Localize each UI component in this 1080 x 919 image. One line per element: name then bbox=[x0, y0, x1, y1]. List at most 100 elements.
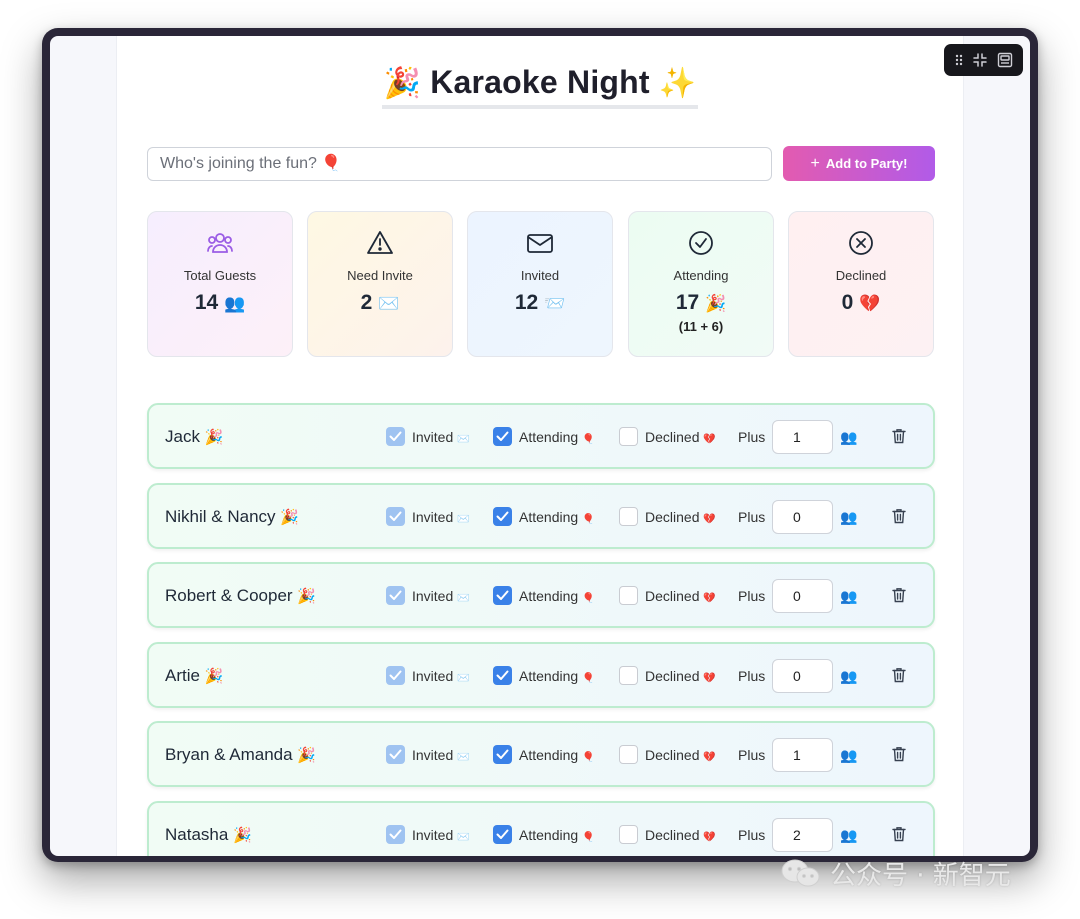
invited-checkbox[interactable] bbox=[386, 665, 405, 685]
party-popper-emoji: 🎉 bbox=[705, 294, 727, 313]
invited-checkbox[interactable] bbox=[386, 427, 405, 446]
stat-value: 12 📨 bbox=[468, 291, 612, 315]
people-emoji: 👥 bbox=[840, 747, 858, 764]
invited-label: Invited ✉️ bbox=[412, 509, 470, 525]
minimize-icon[interactable] bbox=[972, 52, 988, 68]
invited-text: Invited bbox=[412, 747, 454, 764]
plus-count-input[interactable] bbox=[772, 499, 833, 534]
plus-label: Plus bbox=[738, 667, 766, 684]
invited-checkbox[interactable] bbox=[386, 824, 405, 844]
declined-text: Declined bbox=[645, 429, 700, 445]
delete-guest-button[interactable] bbox=[892, 508, 906, 529]
guest-name: Jack 🎉 bbox=[165, 427, 223, 447]
delete-guest-button[interactable] bbox=[892, 428, 906, 449]
invited-checkbox[interactable] bbox=[386, 745, 405, 765]
declined-label: Declined 💔 bbox=[645, 668, 716, 684]
party-popper-emoji: 🎉 bbox=[204, 667, 224, 685]
guest-name: Robert & Cooper 🎉 bbox=[165, 586, 316, 606]
guest-name-input[interactable] bbox=[147, 147, 772, 181]
attending-checkbox[interactable] bbox=[493, 427, 512, 446]
stat-card-attending: Attending 17 🎉 (11 + 6) bbox=[628, 211, 774, 357]
plus-label: Plus bbox=[738, 429, 766, 445]
add-to-party-label: Add to Party! bbox=[825, 156, 908, 171]
mail-icon bbox=[527, 234, 553, 253]
declined-checkbox[interactable] bbox=[619, 427, 638, 446]
declined-checkbox[interactable] bbox=[619, 586, 638, 606]
declined-checkbox[interactable] bbox=[619, 506, 638, 526]
envelope-emoji: ✉️ bbox=[378, 294, 400, 313]
stat-number: 2 bbox=[360, 291, 373, 314]
guest-row: Robert & Cooper 🎉 Invited ✉️ Attending 🎈 De… bbox=[147, 562, 935, 629]
screenshot-icon[interactable] bbox=[997, 52, 1013, 68]
delete-guest-button[interactable] bbox=[892, 587, 906, 608]
people-emoji: 👥 bbox=[840, 826, 858, 843]
stat-value: 0 💔 bbox=[789, 291, 933, 315]
stats-row: Total Guests 14 👥 Need Invite 2 ✉️ Invit… bbox=[147, 211, 935, 357]
trash-icon bbox=[892, 588, 906, 607]
attending-checkbox[interactable] bbox=[493, 506, 512, 526]
trash-icon bbox=[892, 667, 906, 687]
attending-label: Attending 🎈 bbox=[519, 747, 595, 763]
declined-label: Declined 💔 bbox=[645, 747, 716, 763]
envelope-emoji: ✉️ bbox=[457, 752, 470, 764]
declined-label: Declined 💔 bbox=[645, 429, 716, 445]
attending-text: Attending bbox=[519, 747, 579, 764]
stat-card-declined: Declined 0 💔 bbox=[788, 211, 934, 357]
trash-icon bbox=[892, 508, 906, 528]
people-emoji: 👥 bbox=[840, 508, 858, 525]
drag-handle-icon[interactable] bbox=[954, 53, 964, 67]
attending-checkbox[interactable] bbox=[493, 745, 512, 765]
app-window: 🎉 Karaoke Night ✨ + Add to Party! bbox=[50, 36, 1030, 856]
attending-label: Attending 🎈 bbox=[519, 588, 595, 604]
stat-card-need-invite: Need Invite 2 ✉️ bbox=[307, 211, 453, 357]
stat-number: 17 bbox=[675, 291, 700, 314]
guest-name: Bryan & Amanda 🎉 bbox=[165, 745, 316, 765]
stat-label: Declined bbox=[835, 268, 887, 283]
envelope-emoji: ✉️ bbox=[457, 672, 470, 684]
envelope-emoji: ✉️ bbox=[457, 513, 470, 525]
delete-guest-button[interactable] bbox=[892, 826, 906, 847]
plus-count-input[interactable] bbox=[772, 579, 833, 614]
stat-number: 12 bbox=[514, 291, 539, 314]
stat-card-invited: Invited 12 📨 bbox=[467, 211, 613, 357]
invited-label: Invited ✉️ bbox=[412, 668, 470, 684]
plus-label: Plus bbox=[738, 826, 766, 843]
stat-label: Attending bbox=[673, 268, 729, 283]
add-to-party-button[interactable]: + Add to Party! bbox=[783, 146, 935, 181]
broken-heart-emoji: 💔 bbox=[703, 434, 716, 445]
invited-label: Invited ✉️ bbox=[412, 827, 470, 843]
invited-checkbox[interactable] bbox=[386, 586, 405, 606]
plus-count-input[interactable] bbox=[772, 420, 833, 454]
plus-count-input[interactable] bbox=[772, 817, 833, 852]
trash-icon bbox=[892, 747, 906, 766]
attending-label: Attending 🎈 bbox=[519, 668, 595, 684]
declined-label: Declined 💔 bbox=[645, 827, 716, 843]
trash-icon bbox=[892, 429, 906, 448]
watermark: 公众号 · 新智元 bbox=[780, 855, 1011, 892]
stat-value: 2 ✉️ bbox=[308, 291, 452, 315]
attending-label: Attending 🎈 bbox=[519, 509, 595, 525]
plus-count-input[interactable] bbox=[772, 658, 833, 693]
declined-checkbox[interactable] bbox=[619, 665, 638, 685]
declined-checkbox[interactable] bbox=[619, 824, 638, 844]
guest-name-text: Nikhil & Nancy bbox=[165, 506, 276, 526]
stat-card-total-guests: Total Guests 14 👥 bbox=[147, 211, 293, 357]
stat-number: 0 bbox=[841, 291, 854, 314]
invited-checkbox[interactable] bbox=[386, 506, 405, 526]
attending-checkbox[interactable] bbox=[493, 824, 512, 844]
envelope-emoji: ✉️ bbox=[457, 593, 470, 605]
incoming-envelope-emoji: 📨 bbox=[544, 294, 566, 313]
guest-name: Artie 🎉 bbox=[165, 666, 223, 686]
stat-label: Invited bbox=[520, 268, 560, 283]
attending-text: Attending bbox=[519, 826, 579, 843]
delete-guest-button[interactable] bbox=[892, 667, 906, 688]
attending-checkbox[interactable] bbox=[493, 665, 512, 685]
x-circle-icon bbox=[849, 231, 873, 255]
attending-checkbox[interactable] bbox=[493, 586, 512, 606]
wechat-icon bbox=[781, 859, 820, 886]
declined-checkbox[interactable] bbox=[619, 745, 638, 765]
plus-count-input[interactable] bbox=[772, 738, 833, 773]
delete-guest-button[interactable] bbox=[892, 746, 906, 767]
guest-row: Artie 🎉 Invited ✉️ Attending 🎈 Declined 💔 Pl… bbox=[147, 641, 935, 708]
users-icon bbox=[207, 233, 233, 253]
